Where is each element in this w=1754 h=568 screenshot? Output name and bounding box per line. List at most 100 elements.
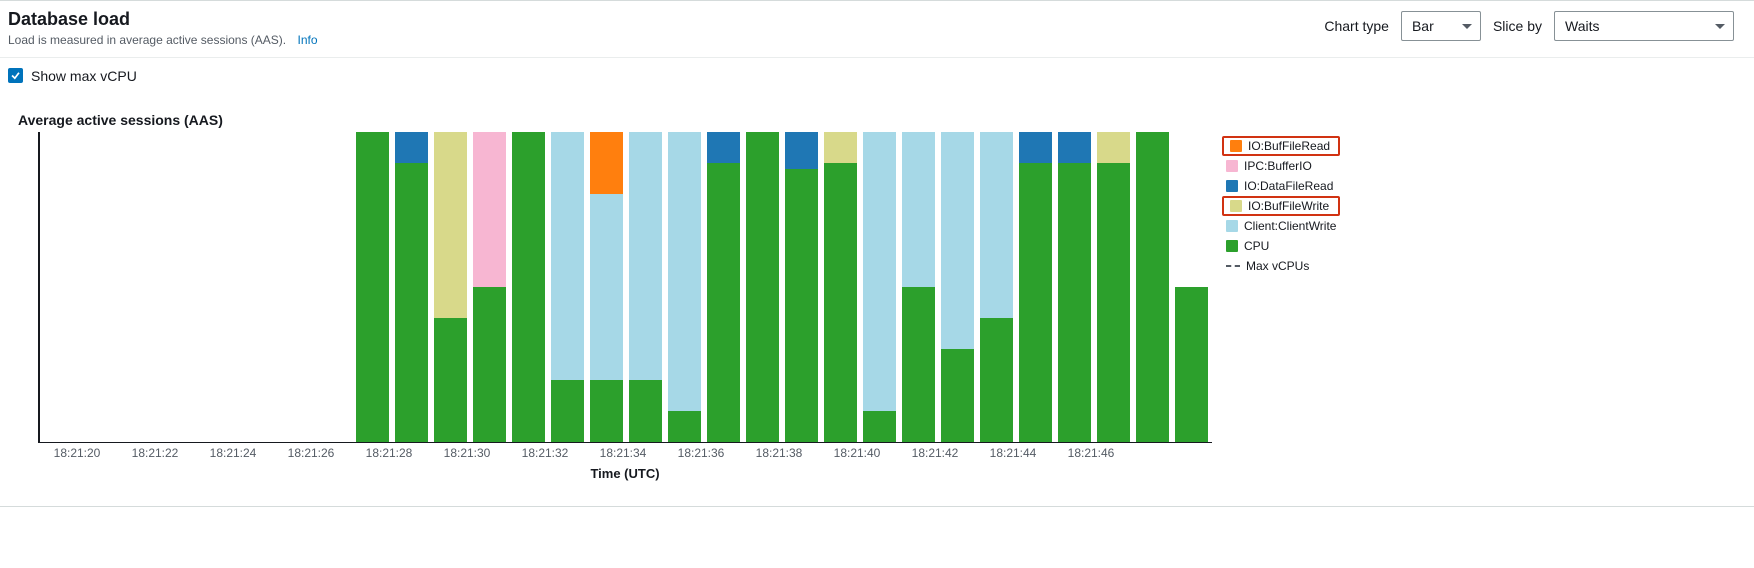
chart-bar[interactable]	[629, 132, 662, 442]
chart-type-label: Chart type	[1324, 18, 1389, 34]
chart-bar[interactable]	[1136, 132, 1169, 442]
legend-dash-icon	[1226, 265, 1240, 267]
chart-bar[interactable]	[590, 132, 623, 442]
bar-segment	[1136, 132, 1169, 442]
legend-label: IO:BufFileRead	[1248, 139, 1330, 153]
x-tick-label: 18:21:24	[210, 446, 257, 460]
legend-label: IPC:BufferIO	[1244, 159, 1312, 173]
bar-segment	[395, 132, 428, 163]
legend-item[interactable]: IO:DataFileRead	[1222, 176, 1340, 196]
legend-label: Max vCPUs	[1246, 259, 1309, 273]
page-subtitle: Load is measured in average active sessi…	[8, 33, 318, 47]
bar-segment	[629, 380, 662, 442]
legend-swatch-icon	[1230, 140, 1242, 152]
bar-segment	[785, 169, 818, 442]
x-tick-label: 18:21:20	[54, 446, 101, 460]
chart-bar[interactable]	[902, 132, 935, 442]
bar-segment	[863, 132, 896, 411]
caret-down-icon	[1462, 24, 1472, 29]
chart-type-value: Bar	[1412, 18, 1434, 34]
legend-label: CPU	[1244, 239, 1269, 253]
show-max-vcpu-row: Show max vCPU	[8, 68, 1734, 84]
panel-body: Show max vCPU Average active sessions (A…	[0, 58, 1754, 506]
legend-item[interactable]: CPU	[1222, 236, 1340, 256]
bar-segment	[941, 349, 974, 442]
chart-bar[interactable]	[863, 132, 896, 442]
chart-bar[interactable]	[434, 132, 467, 442]
x-tick-label: 18:21:42	[912, 446, 959, 460]
legend-label: IO:DataFileRead	[1244, 179, 1333, 193]
bar-segment	[902, 132, 935, 287]
x-tick-label: 18:21:40	[834, 446, 881, 460]
bar-segment	[590, 194, 623, 380]
x-axis	[38, 442, 1212, 444]
bar-segment	[1097, 132, 1130, 163]
chart-bar[interactable]	[1097, 132, 1130, 442]
bar-segment	[707, 132, 740, 163]
legend-swatch-icon	[1226, 180, 1238, 192]
chart-bar[interactable]	[551, 132, 584, 442]
x-tick-label: 18:21:34	[600, 446, 647, 460]
database-load-panel: Database load Load is measured in averag…	[0, 0, 1754, 507]
bar-segment	[785, 132, 818, 169]
bar-segment	[902, 287, 935, 442]
info-link[interactable]: Info	[297, 33, 317, 47]
bar-segment	[434, 132, 467, 318]
legend-item[interactable]: IO:BufFileWrite	[1222, 196, 1340, 216]
bar-segment	[629, 132, 662, 380]
chart-bar[interactable]	[1058, 132, 1091, 442]
chart-bar[interactable]	[1019, 132, 1052, 442]
bar-segment	[980, 132, 1013, 318]
legend-label: IO:BufFileWrite	[1248, 199, 1329, 213]
bar-segment	[707, 163, 740, 442]
bar-segment	[863, 411, 896, 442]
legend-item[interactable]: IO:BufFileRead	[1222, 136, 1340, 156]
caret-down-icon	[1715, 24, 1725, 29]
chart-bar[interactable]	[356, 132, 389, 442]
x-tick-label: 18:21:32	[522, 446, 569, 460]
chart-bar[interactable]	[980, 132, 1013, 442]
chart-bar[interactable]	[941, 132, 974, 442]
chart-bar[interactable]	[746, 132, 779, 442]
bar-segment	[473, 287, 506, 442]
slice-by-select[interactable]: Waits	[1554, 11, 1734, 41]
chart-bar[interactable]	[824, 132, 857, 442]
bar-segment	[668, 411, 701, 442]
slice-by-label: Slice by	[1493, 18, 1542, 34]
bar-segment	[824, 132, 857, 163]
legend-item-max-vcpus[interactable]: Max vCPUs	[1222, 256, 1340, 276]
bar-segment	[941, 132, 974, 349]
chart-type-select[interactable]: Bar	[1401, 11, 1481, 41]
bar-segment	[551, 380, 584, 442]
show-max-vcpu-checkbox[interactable]	[8, 68, 23, 83]
chart-legend: IO:BufFileRead IPC:BufferIO IO:DataFileRea…	[1222, 136, 1340, 276]
x-tick-label: 18:21:46	[1068, 446, 1115, 460]
bar-segment	[473, 132, 506, 287]
bar-segment	[668, 132, 701, 411]
bar-segment	[1019, 163, 1052, 442]
bar-segment	[590, 132, 623, 194]
page-title: Database load	[8, 9, 318, 31]
legend-item[interactable]: Client:ClientWrite	[1222, 216, 1340, 236]
legend-swatch-icon	[1226, 160, 1238, 172]
chart-bar[interactable]	[512, 132, 545, 442]
legend-swatch-icon	[1226, 220, 1238, 232]
x-ticks: 18:21:2018:21:2218:21:2418:21:2618:21:28…	[38, 446, 1212, 464]
legend-item[interactable]: IPC:BufferIO	[1222, 156, 1340, 176]
bar-segment	[590, 380, 623, 442]
x-tick-label: 18:21:30	[444, 446, 491, 460]
chart-bar[interactable]	[668, 132, 701, 442]
bar-segment	[434, 318, 467, 442]
chart-bars	[38, 132, 1208, 442]
chart-subtitle: Average active sessions (AAS)	[18, 112, 1734, 128]
x-tick-label: 18:21:38	[756, 446, 803, 460]
bar-segment	[1058, 163, 1091, 442]
chart-bar[interactable]	[395, 132, 428, 442]
chart-bar[interactable]	[785, 132, 818, 442]
chart-bar[interactable]	[707, 132, 740, 442]
legend-swatch-icon	[1226, 240, 1238, 252]
chart-plot: 18:21:2018:21:2218:21:2418:21:2618:21:28…	[38, 132, 1212, 492]
chart-bar[interactable]	[473, 132, 506, 442]
bar-segment	[746, 132, 779, 442]
chart-bar[interactable]	[1175, 287, 1208, 442]
